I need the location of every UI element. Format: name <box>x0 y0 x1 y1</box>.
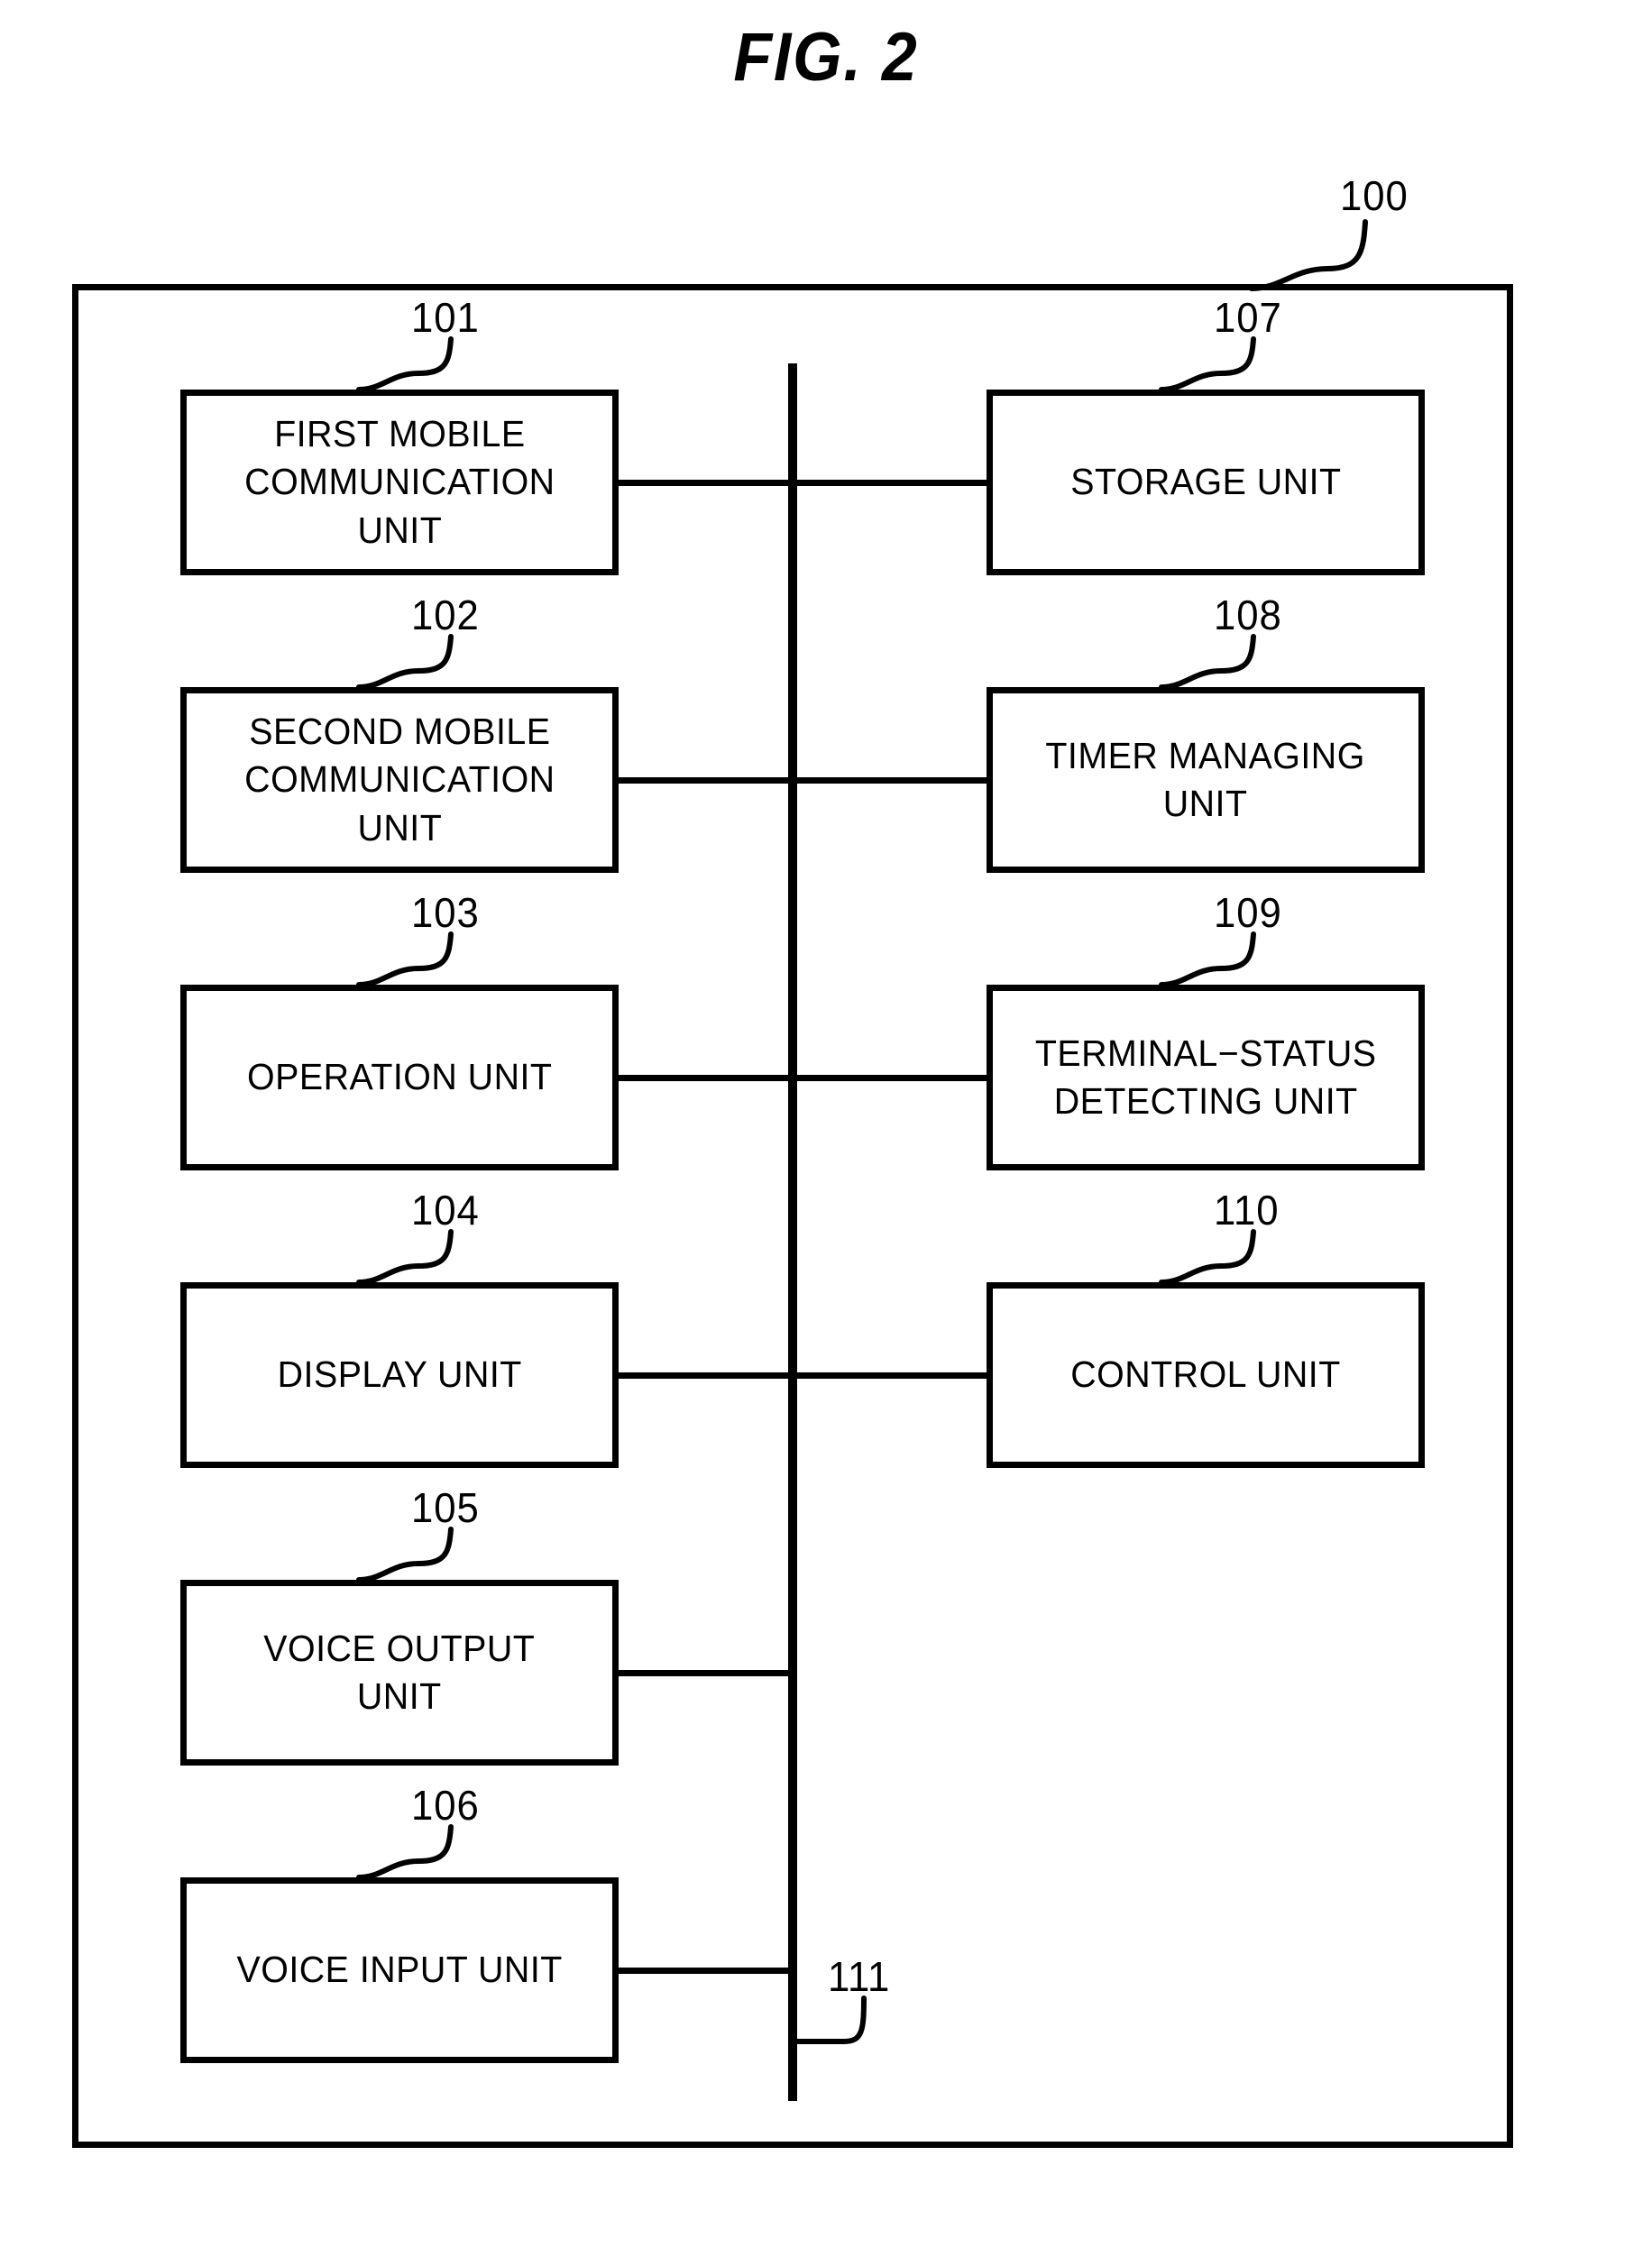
unit-label-operation: OPERATION UNIT <box>246 1056 553 1098</box>
ref-number-111: 111 <box>828 1953 891 2000</box>
leader-line-101 <box>356 336 454 392</box>
ref-number-109: 109 <box>1214 889 1282 936</box>
unit-label-voice-input: VOICE INPUT UNIT <box>236 1949 563 1991</box>
unit-box-operation[interactable]: OPERATION UNIT <box>180 985 619 1170</box>
connector-103-to-bus <box>612 1075 793 1081</box>
connector-107-to-bus <box>792 480 990 486</box>
unit-label-control: CONTROL UNIT <box>1070 1353 1341 1396</box>
ref-number-103: 103 <box>411 889 480 936</box>
unit-label-second-mobile-communication: SECOND MOBILE COMMUNICATION UNIT <box>243 711 555 849</box>
leader-line-102 <box>356 634 454 690</box>
unit-label-terminal-status-detecting: TERMINAL−STATUS DETECTING UNIT <box>1034 1032 1377 1122</box>
ref-number-108: 108 <box>1214 592 1282 638</box>
leader-line-109 <box>1159 931 1256 987</box>
unit-label-voice-output: VOICE OUTPUT UNIT <box>263 1627 536 1717</box>
connector-110-to-bus <box>792 1372 990 1379</box>
leader-line-103 <box>356 931 454 987</box>
unit-box-terminal-status-detecting[interactable]: TERMINAL−STATUS DETECTING UNIT <box>987 985 1425 1170</box>
leader-line-104 <box>356 1229 454 1285</box>
connector-108-to-bus <box>792 777 990 784</box>
ref-number-100: 100 <box>1340 172 1409 219</box>
connector-106-to-bus <box>612 1968 793 1974</box>
unit-label-first-mobile-communication: FIRST MOBILE COMMUNICATION UNIT <box>243 413 555 551</box>
unit-box-storage[interactable]: STORAGE UNIT <box>987 390 1425 575</box>
figure-canvas: FIG. 2 100 111 101 FIRST MOBILE COMMUNIC… <box>0 0 1652 2266</box>
ref-number-107: 107 <box>1214 294 1282 341</box>
ref-number-101: 101 <box>411 294 480 341</box>
ref-number-105: 105 <box>411 1484 480 1531</box>
connector-101-to-bus <box>612 480 793 486</box>
unit-box-second-mobile-communication[interactable]: SECOND MOBILE COMMUNICATION UNIT <box>180 687 619 873</box>
ref-number-102: 102 <box>411 592 480 638</box>
connector-102-to-bus <box>612 777 793 784</box>
unit-box-display[interactable]: DISPLAY UNIT <box>180 1282 619 1468</box>
unit-box-voice-input[interactable]: VOICE INPUT UNIT <box>180 1877 619 2063</box>
ref-number-106: 106 <box>411 1782 480 1829</box>
figure-title: FIG. 2 <box>733 19 919 96</box>
unit-box-control[interactable]: CONTROL UNIT <box>987 1282 1425 1468</box>
unit-box-voice-output[interactable]: VOICE OUTPUT UNIT <box>180 1580 619 1766</box>
leader-line-105 <box>356 1527 454 1583</box>
connector-105-to-bus <box>612 1670 793 1676</box>
leader-line-107 <box>1159 336 1256 392</box>
leader-line-106 <box>356 1824 454 1880</box>
unit-box-first-mobile-communication[interactable]: FIRST MOBILE COMMUNICATION UNIT <box>180 390 619 575</box>
ref-number-104: 104 <box>411 1187 480 1234</box>
internal-bus-line <box>788 363 797 2101</box>
connector-104-to-bus <box>612 1372 793 1379</box>
unit-box-timer-managing[interactable]: TIMER MANAGING UNIT <box>987 687 1425 873</box>
connector-109-to-bus <box>792 1075 990 1081</box>
ref-number-110: 110 <box>1214 1187 1280 1234</box>
unit-label-timer-managing: TIMER MANAGING UNIT <box>1045 734 1366 824</box>
leader-line-108 <box>1159 634 1256 690</box>
leader-line-100 <box>1249 219 1368 291</box>
unit-label-storage: STORAGE UNIT <box>1069 461 1342 503</box>
leader-line-110 <box>1159 1229 1256 1285</box>
unit-label-display: DISPLAY UNIT <box>277 1353 522 1396</box>
